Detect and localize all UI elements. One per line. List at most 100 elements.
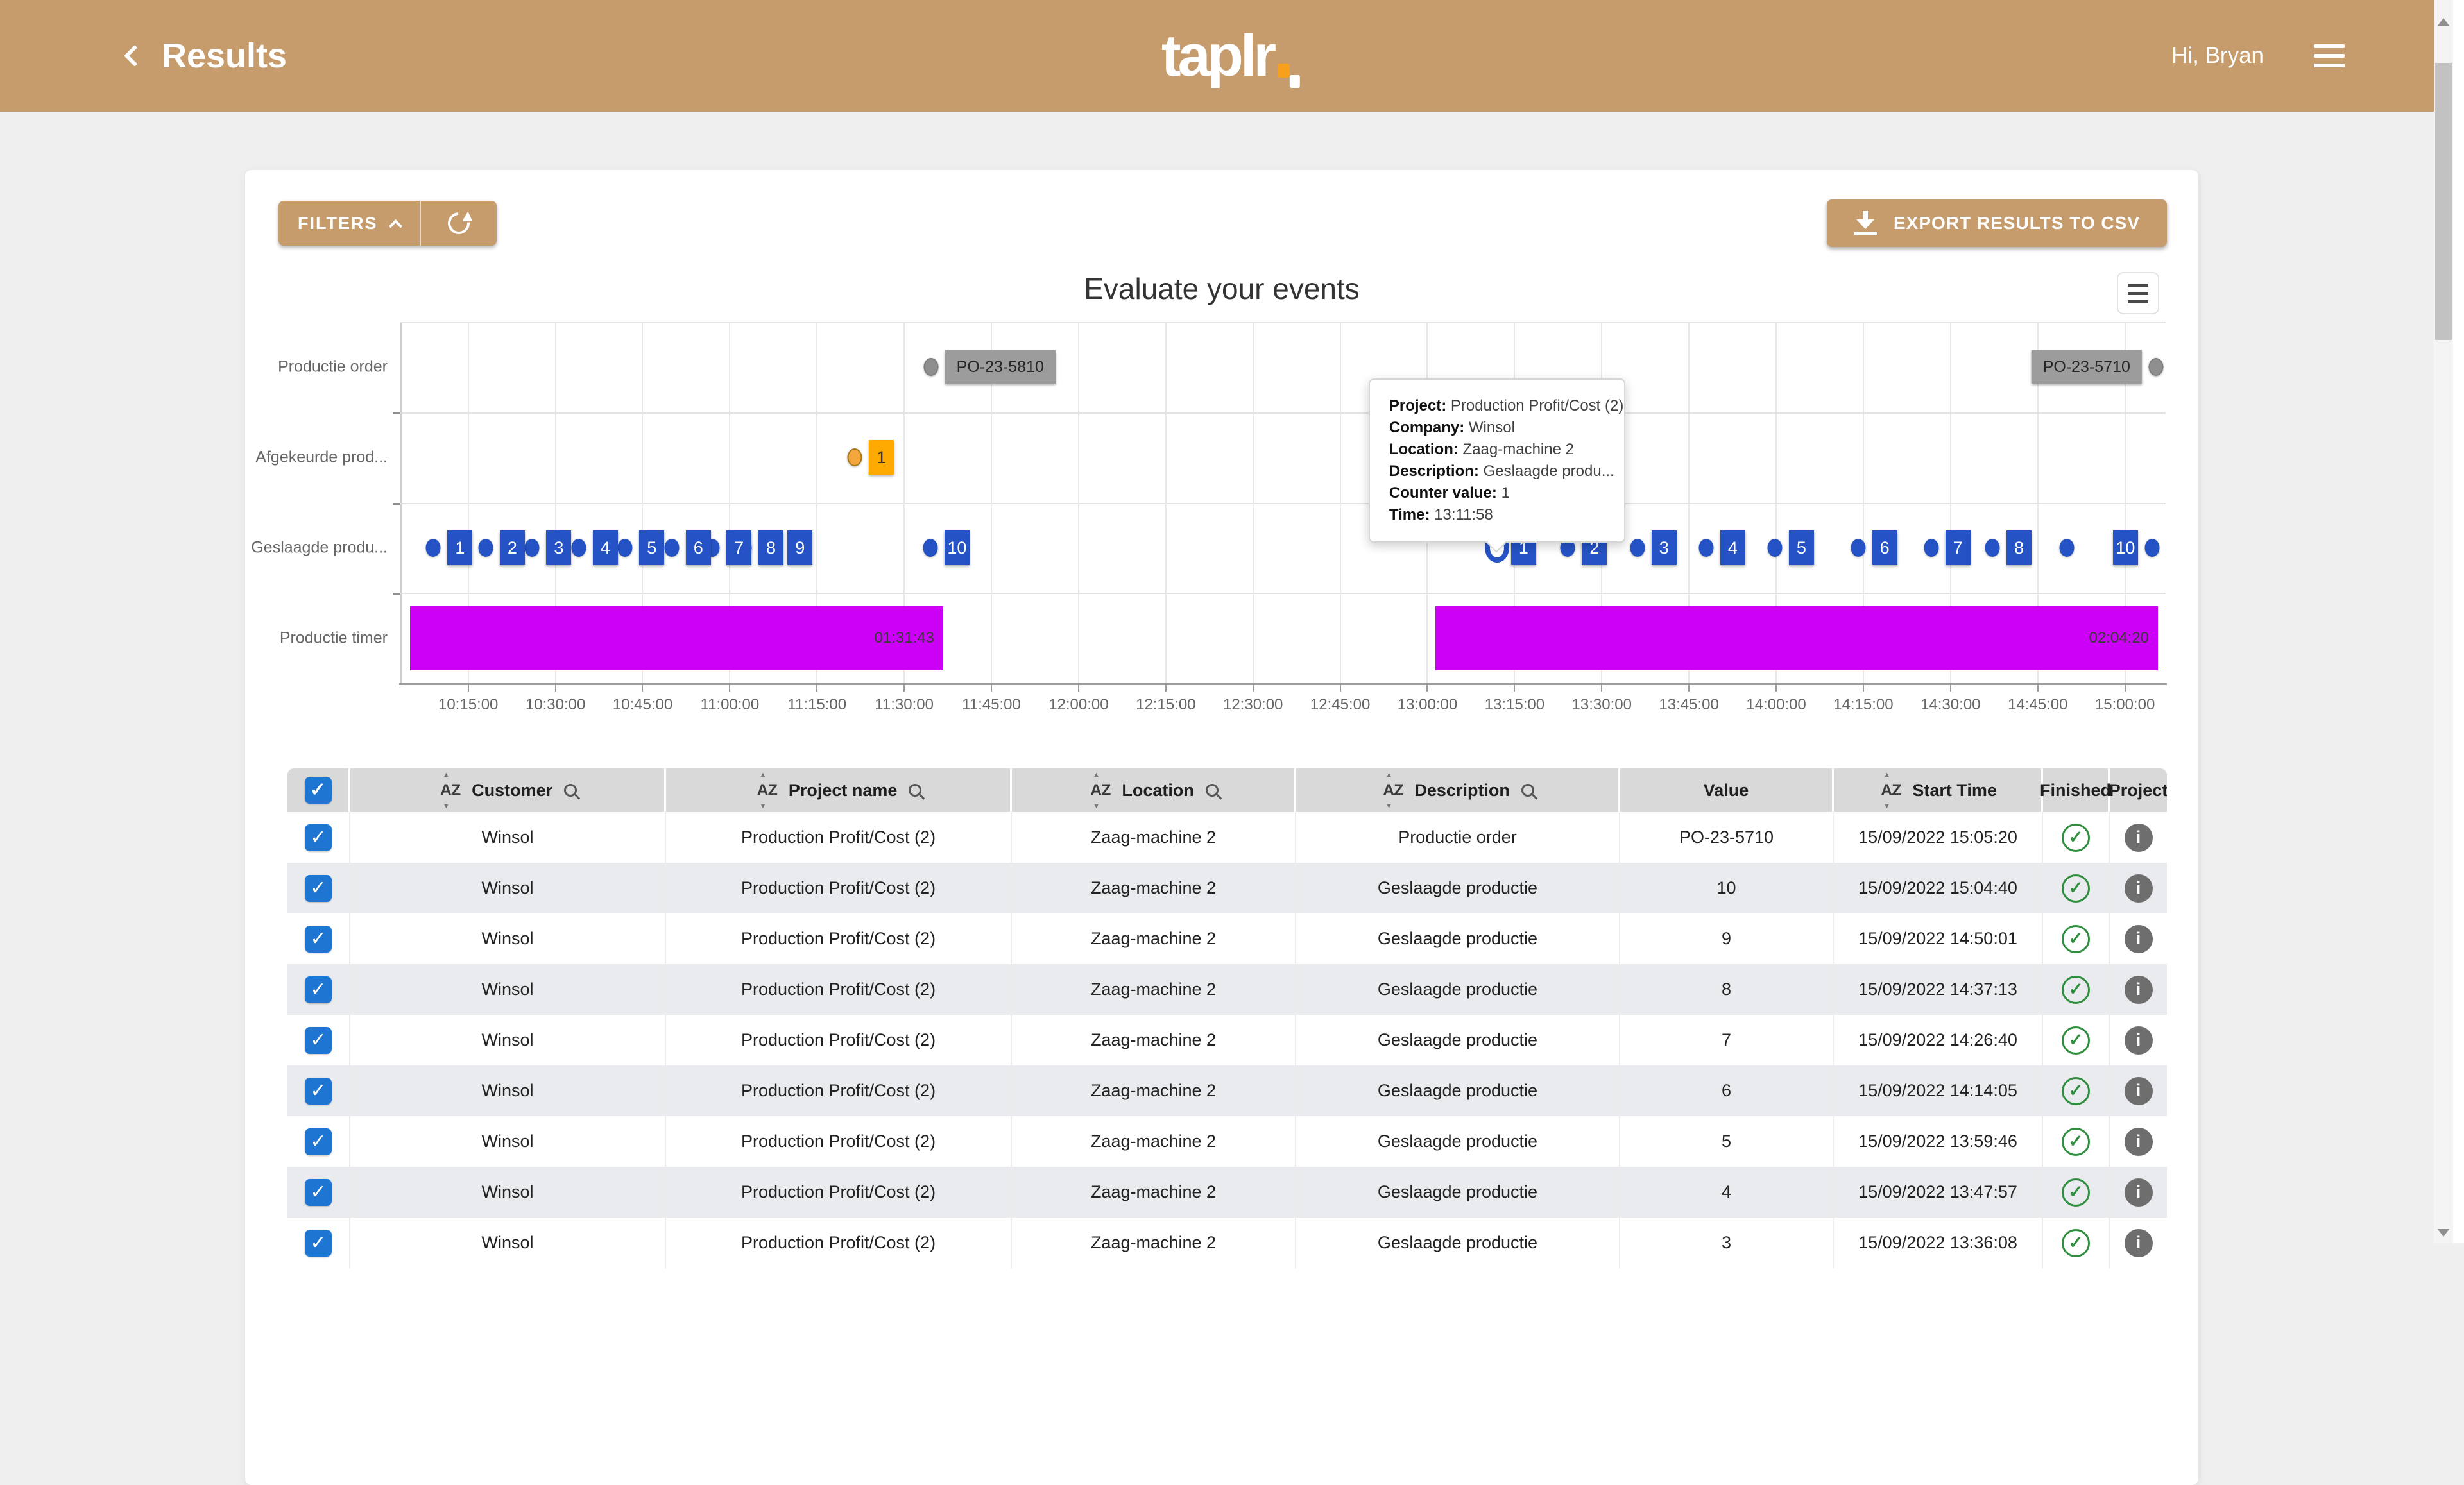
sort-icon[interactable]: AZ	[757, 781, 777, 800]
row-checkbox[interactable]: ✓	[305, 976, 332, 1003]
page-scrollbar[interactable]	[2434, 0, 2464, 1243]
x-axis-tick-label: 12:00:00	[1048, 696, 1108, 714]
row-separator-line	[400, 503, 2166, 504]
column-header-customer[interactable]: AZCustomer	[350, 768, 666, 812]
row-select-cell: ✓	[287, 913, 350, 964]
table-row: ✓WinsolProduction Profit/Cost (2)Zaag-ma…	[287, 1015, 2167, 1065]
x-axis-tick-label: 11:15:00	[787, 696, 846, 714]
project-info-icon[interactable]: i	[2125, 1026, 2153, 1055]
project-info-icon[interactable]: i	[2125, 1128, 2153, 1156]
tooltip-line: Location: Zaag-machine 2	[1389, 439, 1615, 461]
project-info-icon[interactable]: i	[2125, 874, 2153, 903]
event-point[interactable]	[923, 358, 938, 376]
event-point-label: 10	[945, 530, 970, 565]
scroll-up-arrow-icon[interactable]	[2438, 18, 2449, 26]
event-point[interactable]	[618, 539, 633, 557]
event-point[interactable]	[2148, 358, 2163, 376]
cell-start-time: 15/09/2022 13:47:57	[1834, 1167, 2043, 1218]
tooltip-field-label: Description:	[1389, 462, 1479, 480]
event-point[interactable]	[848, 448, 862, 466]
event-point[interactable]	[525, 539, 540, 557]
tooltip-line: Time: 13:11:58	[1389, 504, 1615, 526]
event-point[interactable]	[1630, 539, 1645, 557]
row-checkbox[interactable]: ✓	[305, 1027, 332, 1054]
tooltip-field-label: Company:	[1389, 419, 1464, 436]
cell-project: i	[2110, 1015, 2167, 1065]
sort-icon[interactable]: AZ	[1881, 781, 1901, 800]
cell-project-name: Production Profit/Cost (2)	[666, 1167, 1012, 1218]
x-axis-tick-label: 14:45:00	[2008, 696, 2067, 714]
chart-row-label: Afgekeurde prod...	[245, 448, 388, 467]
sort-icon[interactable]: AZ	[1383, 781, 1403, 800]
timer-bar[interactable]: 01:31:43	[410, 606, 943, 670]
cell-project-name: Production Profit/Cost (2)	[666, 913, 1012, 964]
column-header-project[interactable]: Project	[2110, 768, 2167, 812]
x-axis-line	[399, 683, 2167, 685]
event-point[interactable]	[571, 539, 586, 557]
x-axis-tick	[1950, 685, 1951, 692]
event-point[interactable]	[664, 539, 679, 557]
event-point[interactable]	[1767, 539, 1782, 557]
back-button[interactable]: Results	[127, 36, 287, 76]
project-info-icon[interactable]: i	[2125, 925, 2153, 953]
search-icon[interactable]	[1206, 784, 1219, 797]
search-icon[interactable]	[1521, 784, 1534, 797]
row-checkbox[interactable]: ✓	[305, 1179, 332, 1206]
finished-check-icon: ✓	[2062, 1128, 2090, 1156]
x-axis-tick	[991, 685, 992, 692]
x-axis-tick	[1340, 685, 1341, 692]
hamburger-menu-icon[interactable]	[2310, 40, 2348, 71]
project-info-icon[interactable]: i	[2125, 1077, 2153, 1105]
event-point[interactable]	[1924, 539, 1938, 557]
column-header-label: Start Time	[1912, 781, 1997, 801]
event-point[interactable]	[1698, 539, 1713, 557]
row-checkbox[interactable]: ✓	[305, 926, 332, 953]
row-checkbox[interactable]: ✓	[305, 875, 332, 902]
cell-start-time: 15/09/2022 14:37:13	[1834, 964, 2043, 1015]
cell-project: i	[2110, 964, 2167, 1015]
column-header-start-time[interactable]: AZ Start Time	[1834, 768, 2043, 812]
event-point[interactable]	[2060, 539, 2075, 557]
cell-description: Geslaagde productie	[1296, 964, 1620, 1015]
project-info-icon[interactable]: i	[2125, 976, 2153, 1004]
timer-bar[interactable]: 02:04:20	[1435, 606, 2158, 670]
row-checkbox[interactable]: ✓	[305, 824, 332, 851]
event-point[interactable]	[2144, 539, 2159, 557]
cell-location: Zaag-machine 2	[1012, 1116, 1296, 1167]
scrollbar-track[interactable]	[2434, 0, 2453, 1243]
sort-icon[interactable]: AZ	[440, 781, 460, 800]
column-header-finished[interactable]: Finished	[2043, 768, 2110, 812]
scrollbar-thumb[interactable]	[2435, 63, 2452, 340]
event-point[interactable]	[478, 539, 493, 557]
x-axis-tick-label: 10:30:00	[526, 696, 585, 714]
sort-icon[interactable]: AZ	[1090, 781, 1110, 800]
row-checkbox[interactable]: ✓	[305, 1078, 332, 1105]
column-header-location[interactable]: AZLocation	[1012, 768, 1296, 812]
project-info-icon[interactable]: i	[2125, 1178, 2153, 1207]
x-axis-tick	[642, 685, 643, 692]
tooltip-line: Description: Geslaagde produ...	[1389, 461, 1615, 482]
row-checkbox[interactable]: ✓	[305, 1128, 332, 1155]
search-icon[interactable]	[909, 784, 921, 797]
event-point-label: 6	[686, 530, 711, 565]
select-all-checkbox[interactable]: ✓	[305, 777, 332, 804]
cell-location: Zaag-machine 2	[1012, 1167, 1296, 1218]
logo-mark-icon	[1273, 26, 1303, 85]
row-separator-line	[400, 593, 2166, 594]
cell-start-time: 15/09/2022 15:05:20	[1834, 812, 2043, 863]
table-row: ✓WinsolProduction Profit/Cost (2)Zaag-ma…	[287, 1116, 2167, 1167]
event-point[interactable]	[426, 539, 441, 557]
project-info-icon[interactable]: i	[2125, 824, 2153, 852]
x-axis-tick-label: 12:30:00	[1223, 696, 1283, 714]
event-point-label: 7	[1946, 530, 1971, 565]
event-point[interactable]	[1851, 539, 1865, 557]
cell-finished: ✓	[2043, 913, 2110, 964]
scroll-down-arrow-icon[interactable]	[2438, 1229, 2449, 1237]
event-point[interactable]	[1985, 539, 2000, 557]
search-icon[interactable]	[564, 784, 577, 797]
column-header-project-name[interactable]: AZProject name	[666, 768, 1012, 812]
cell-location: Zaag-machine 2	[1012, 1015, 1296, 1065]
column-header-description[interactable]: AZDescription	[1296, 768, 1620, 812]
event-point[interactable]	[923, 539, 937, 557]
column-header-value[interactable]: Value	[1620, 768, 1834, 812]
